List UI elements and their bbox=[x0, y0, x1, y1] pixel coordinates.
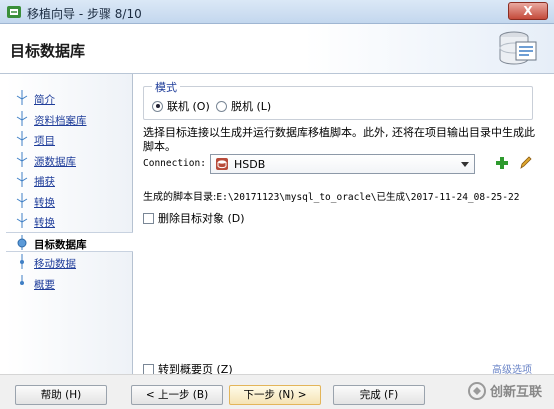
mode-group: 模式 联机 (O) 脱机 (L) bbox=[143, 79, 533, 120]
step-item-target-db[interactable]: 目标数据库 bbox=[6, 231, 133, 252]
current-step-icon bbox=[17, 234, 27, 250]
step-label: 移动数据 bbox=[34, 258, 76, 270]
drop-targets-label: 删除目标对象 (D) bbox=[158, 212, 245, 225]
step-node-icon bbox=[16, 192, 28, 208]
wizard-app-icon bbox=[7, 6, 21, 18]
mode-legend: 模式 bbox=[152, 79, 180, 95]
step-label: 转换 bbox=[34, 217, 55, 229]
offline-radio[interactable]: 脱机 (L) bbox=[216, 98, 271, 114]
script-directory-value: E:\20171123\mysql_to_oracle\已生成\2017-11-… bbox=[216, 192, 520, 203]
watermark-text: 创新互联 bbox=[490, 385, 543, 400]
watermark-logo-icon bbox=[468, 381, 486, 400]
step-item-move-data[interactable]: 移动数据 bbox=[6, 252, 133, 273]
drop-targets-checkbox[interactable]: 删除目标对象 (D) bbox=[143, 210, 245, 226]
step-label: 捕获 bbox=[34, 176, 55, 188]
connection-label: Connection: bbox=[143, 158, 206, 169]
main-panel: 模式 联机 (O) 脱机 (L) 选择目标连接以生成并运行数据库移植脚本。此外,… bbox=[134, 74, 554, 376]
step-node-icon bbox=[16, 151, 28, 167]
connection-value: HSDB bbox=[234, 158, 266, 171]
back-button[interactable]: < 上一步 (B) bbox=[131, 385, 223, 405]
finish-button[interactable]: 完成 (F) bbox=[333, 385, 425, 405]
step-label: 转换 bbox=[34, 196, 55, 209]
step-node-icon bbox=[16, 213, 28, 228]
step-label: 概要 bbox=[34, 278, 55, 291]
connection-row: Connection: HSDB bbox=[143, 154, 543, 174]
step-sidebar: 简介 资料档案库 项目 源数据库 捕获 转换 转换 目标数据库 移动数据 概要 bbox=[6, 74, 133, 374]
edit-connection-icon[interactable] bbox=[519, 155, 533, 170]
step-item-summary[interactable]: 概要 bbox=[6, 273, 133, 294]
button-bar: 帮助 (H) < 上一步 (B) 下一步 (N) > 完成 (F) 创新互联 bbox=[0, 374, 554, 409]
step-item-repository[interactable]: 资料档案库 bbox=[6, 109, 133, 130]
add-connection-icon[interactable] bbox=[495, 156, 509, 170]
step-item-capture[interactable]: 捕获 bbox=[6, 170, 133, 191]
step-item-convert-2[interactable]: 转换 bbox=[6, 211, 133, 232]
step-node-icon bbox=[16, 131, 28, 146]
page-title: 目标数据库 bbox=[10, 42, 86, 60]
offline-label: 脱机 (L) bbox=[231, 100, 272, 113]
step-label: 项目 bbox=[34, 135, 55, 147]
step-label: 简介 bbox=[34, 94, 55, 106]
watermark: 创新互联 bbox=[468, 381, 542, 400]
checkbox-box bbox=[143, 363, 154, 375]
step-list: 简介 资料档案库 项目 源数据库 捕获 转换 转换 目标数据库 移动数据 概要 bbox=[6, 88, 133, 293]
radio-indicator bbox=[216, 100, 227, 112]
window-title: 移植向导 - 步骤 8/10 bbox=[27, 7, 142, 21]
step-label: 目标数据库 bbox=[34, 238, 87, 251]
chevron-down-icon bbox=[461, 162, 469, 167]
description-text: 选择目标连接以生成并运行数据库移植脚本。此外, 还将在项目输出目录中生成此脚本。 bbox=[143, 126, 535, 153]
script-directory-label: 生成的脚本目录: bbox=[143, 192, 217, 203]
step-label: 源数据库 bbox=[34, 155, 76, 168]
step-item-source-db[interactable]: 源数据库 bbox=[6, 150, 133, 171]
step-item-intro[interactable]: 简介 bbox=[6, 88, 133, 109]
checkbox-box bbox=[143, 212, 154, 224]
wizard-header: 目标数据库 bbox=[0, 24, 554, 74]
database-wizard-icon bbox=[499, 31, 537, 65]
step-node-icon bbox=[20, 254, 24, 269]
help-button[interactable]: 帮助 (H) bbox=[15, 385, 107, 405]
radio-selected-indicator bbox=[152, 100, 163, 112]
close-button[interactable]: X bbox=[508, 2, 548, 20]
title-bar: 移植向导 - 步骤 8/10 X bbox=[0, 0, 554, 24]
step-item-project[interactable]: 项目 bbox=[6, 129, 133, 150]
online-radio[interactable]: 联机 (O) bbox=[152, 98, 210, 114]
step-node-icon bbox=[20, 274, 24, 285]
step-node-icon bbox=[16, 90, 28, 105]
step-item-convert-1[interactable]: 转换 bbox=[6, 191, 133, 212]
step-node-icon bbox=[16, 110, 28, 126]
connection-icon bbox=[216, 158, 228, 170]
connection-select[interactable]: HSDB bbox=[210, 154, 475, 174]
step-node-icon bbox=[16, 172, 28, 187]
online-label: 联机 (O) bbox=[167, 100, 210, 113]
step-label: 资料档案库 bbox=[34, 114, 87, 127]
close-icon: X bbox=[523, 4, 533, 18]
script-directory: 生成的脚本目录:E:\20171123\mysql_to_oracle\已生成\… bbox=[143, 188, 519, 203]
next-button[interactable]: 下一步 (N) > bbox=[229, 385, 321, 405]
